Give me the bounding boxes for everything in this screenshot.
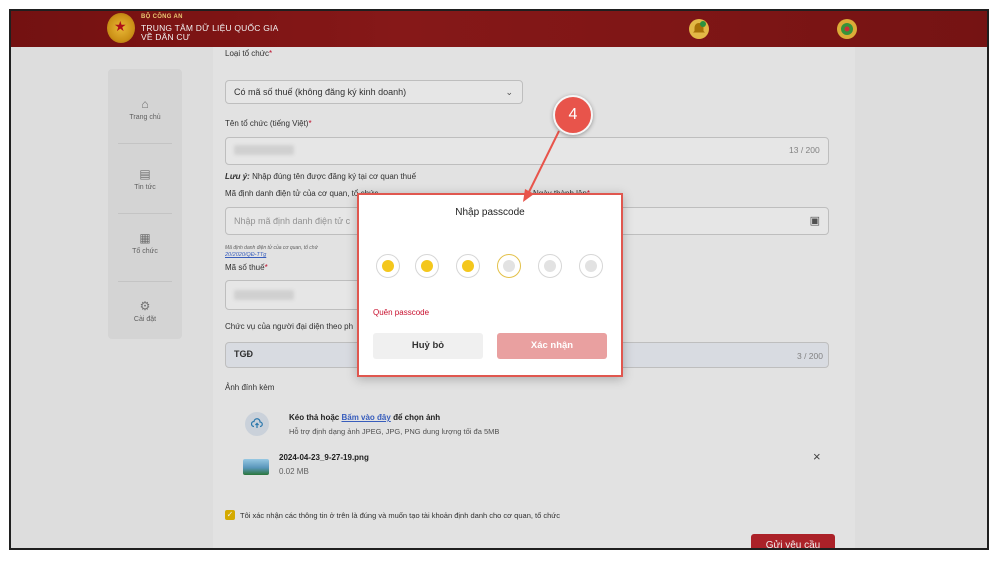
callout-arrow [523, 130, 560, 202]
screenshot-frame: BỘ CÔNG AN TRUNG TÂM DỮ LIỆU QUỐC GIA VỀ… [9, 9, 989, 550]
step-number-badge: 4 [553, 95, 593, 135]
